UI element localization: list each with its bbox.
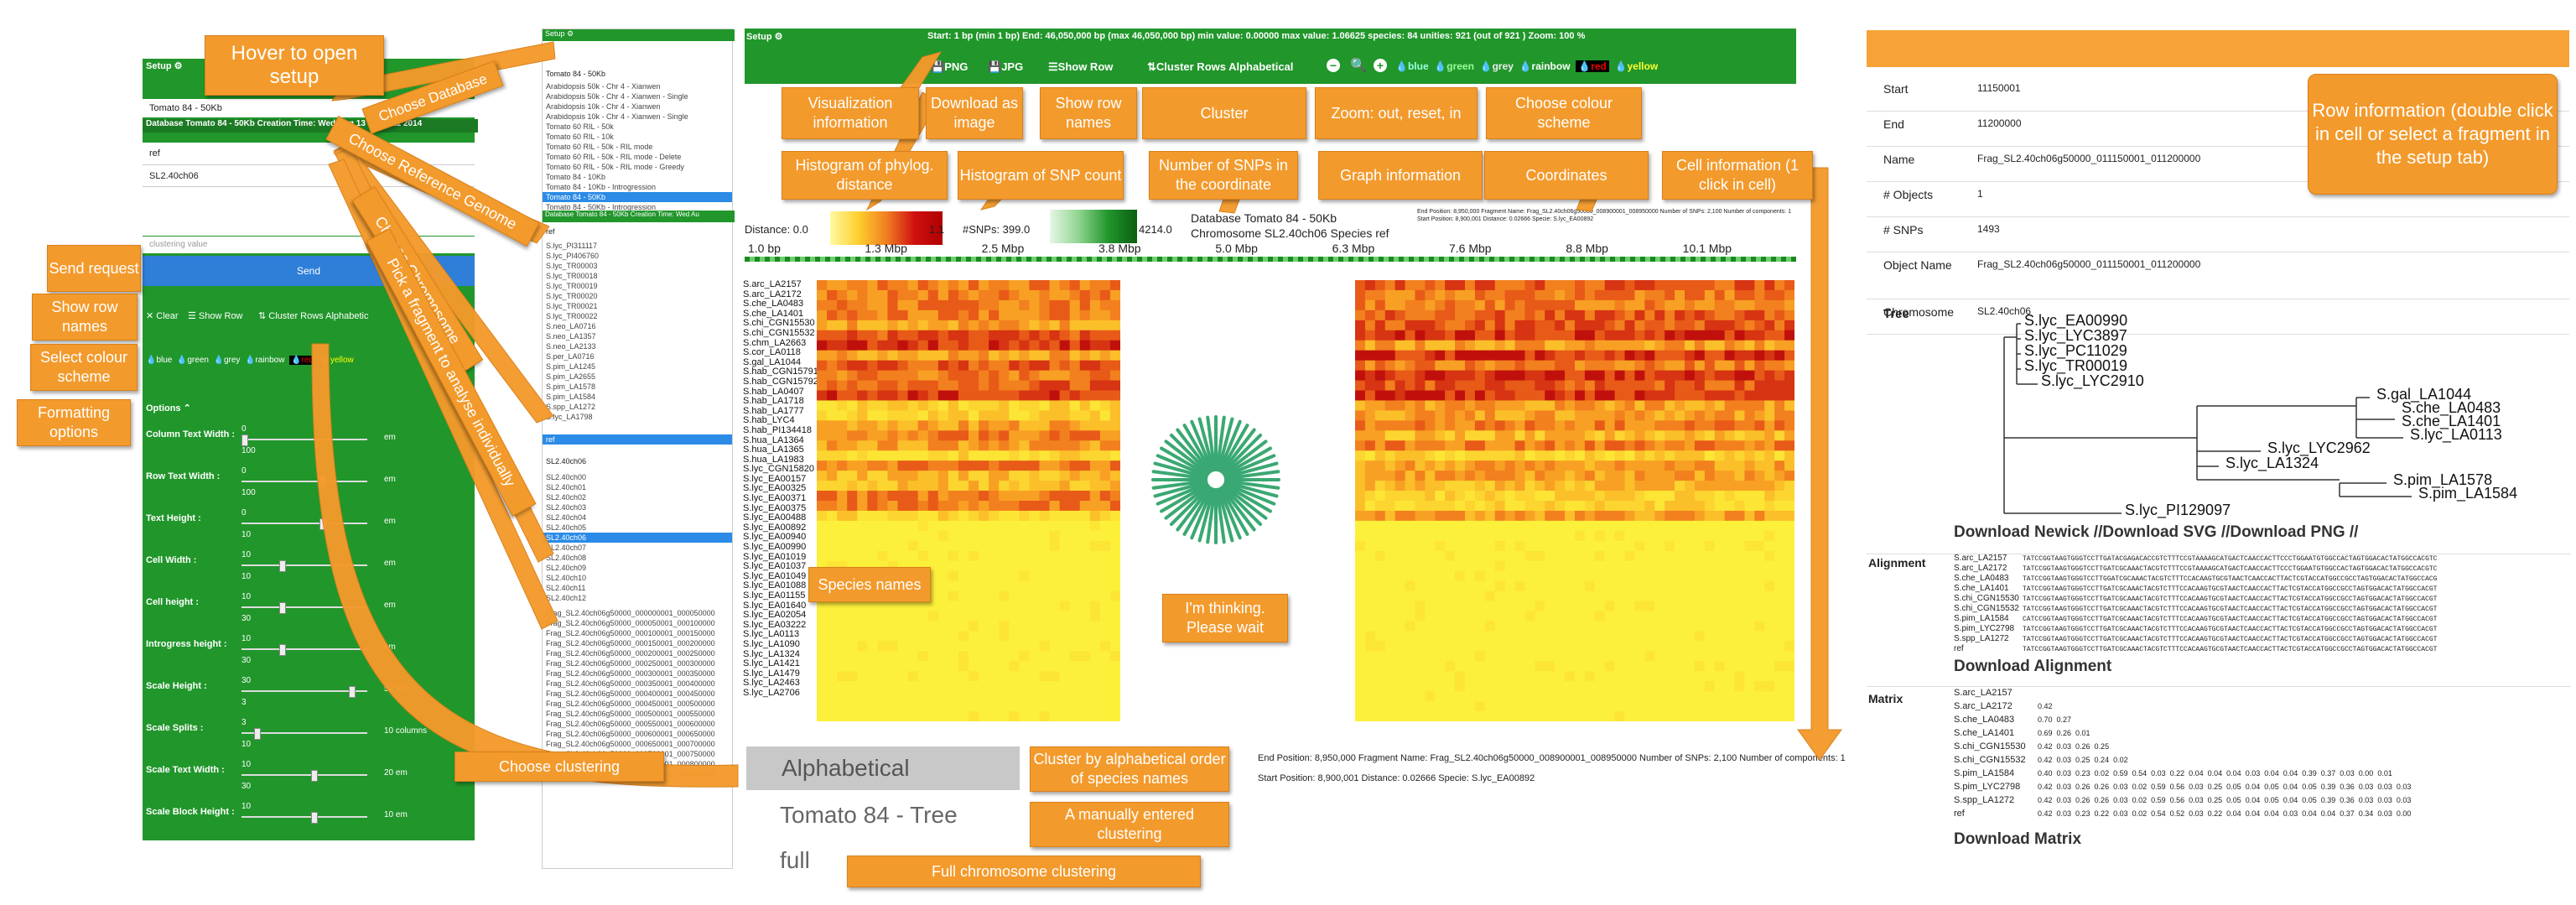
callout-vis-info: Visualization information — [782, 87, 919, 139]
callout-cluster-alpha: Cluster by alphabetical order of species… — [1030, 746, 1229, 792]
callout-num-snps: Number of SNPs in the coordinate — [1149, 151, 1298, 200]
callout-manual-cluster: A manually entered clustering — [1030, 802, 1229, 847]
callout-hover-setup: Hover to open setup — [205, 35, 384, 96]
callout-coordinates: Coordinates — [1484, 151, 1649, 200]
callout-hist-snp: Histogram of SNP count — [958, 151, 1124, 200]
callout-zoom: Zoom: out, reset, in — [1315, 87, 1478, 139]
callout-download-image: Download as image — [926, 87, 1023, 139]
callout-cell-info: Cell information (1 click in cell) — [1662, 151, 1813, 200]
callout-row-info: Row information (double click in cell or… — [2308, 74, 2558, 195]
callout-hist-phylo: Histogram of phylog. distance — [782, 151, 948, 200]
callout-send-request: Send request — [47, 245, 141, 292]
callout-choose-clustering: Choose clustering — [454, 752, 664, 782]
callout-cluster: Cluster — [1142, 87, 1306, 139]
callout-graph-info: Graph information — [1318, 151, 1483, 200]
callout-colour-scheme: Choose colour scheme — [1486, 87, 1642, 139]
callout-full-cluster: Full chromosome clustering — [847, 856, 1201, 887]
callout-show-row-names-2: Show row names — [1040, 87, 1137, 139]
callout-formatting: Formatting options — [17, 399, 131, 446]
callout-show-row-names: Show row names — [32, 294, 138, 341]
callout-thinking: I'm thinking. Please wait — [1162, 594, 1288, 642]
callout-select-colour: Select colour scheme — [30, 344, 138, 391]
callout-species-names: Species names — [808, 567, 931, 602]
